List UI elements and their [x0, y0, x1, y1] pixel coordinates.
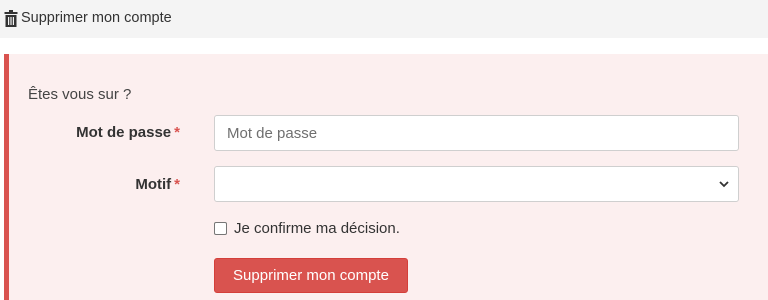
motif-label: Motif *	[135, 176, 180, 193]
chevron-down-icon	[719, 181, 729, 188]
required-marker: *	[174, 124, 180, 141]
required-marker: *	[174, 176, 180, 193]
confirm-checkbox[interactable]	[214, 222, 227, 235]
confirmation-question: Êtes vous sur ?	[28, 86, 132, 103]
motif-label-text: Motif	[135, 176, 172, 193]
confirm-label[interactable]: Je confirme ma décision.	[234, 220, 400, 237]
header-title: Supprimer mon compte	[4, 9, 172, 27]
delete-account-panel: Êtes vous sur ? Mot de passe * Motif * Je …	[4, 54, 768, 300]
password-label-text: Mot de passe	[76, 124, 172, 141]
trash-icon	[4, 9, 18, 27]
motif-select[interactable]	[214, 166, 739, 202]
password-label: Mot de passe *	[76, 124, 180, 141]
header-bar: Supprimer mon compte	[0, 0, 768, 38]
confirm-row: Je confirme ma décision.	[214, 220, 400, 237]
header-title-text: Supprimer mon compte	[21, 10, 172, 26]
delete-account-button[interactable]: Supprimer mon compte	[214, 258, 408, 293]
password-input[interactable]	[214, 115, 739, 151]
